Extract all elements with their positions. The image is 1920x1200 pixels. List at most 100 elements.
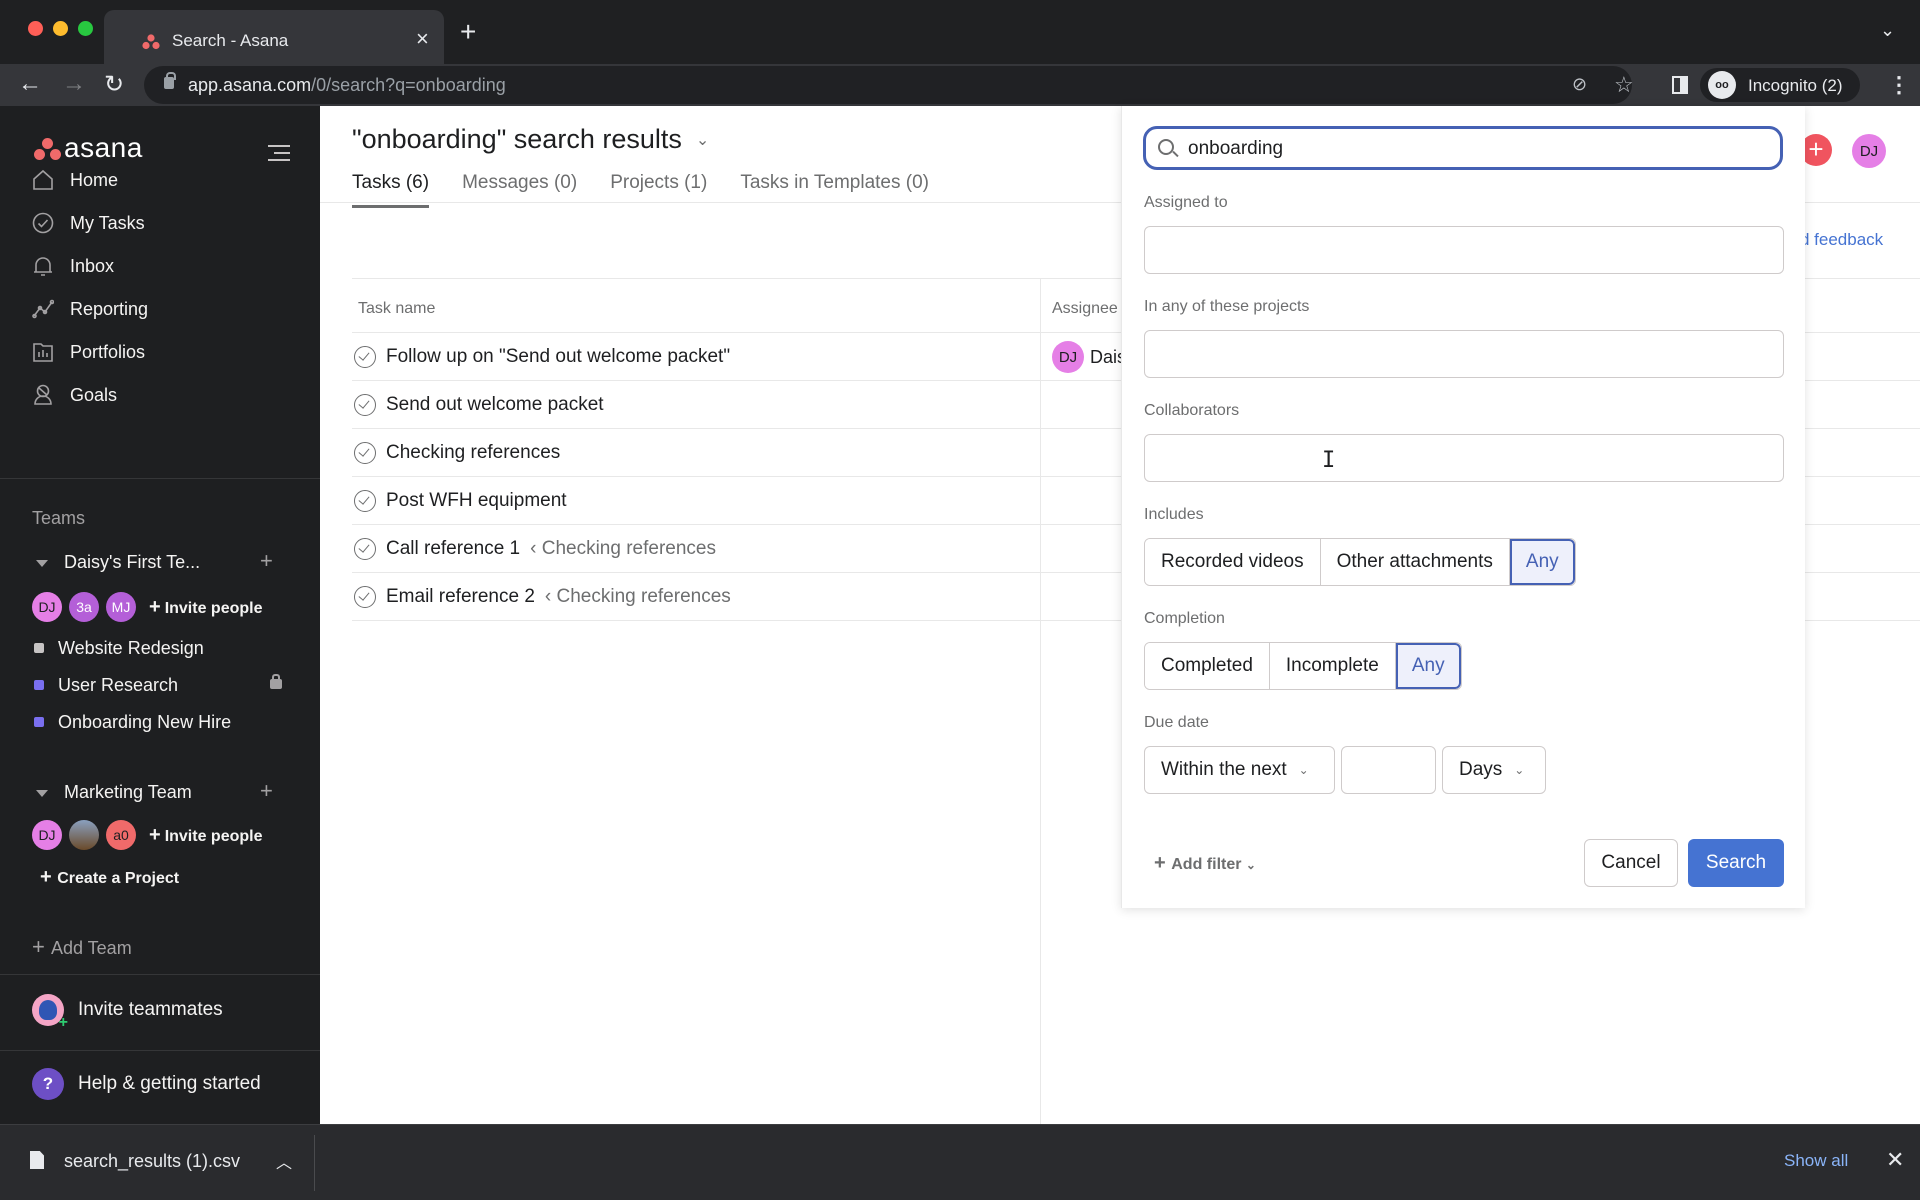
tab-close-icon[interactable]: × [416, 26, 429, 52]
complete-checkbox-icon[interactable] [354, 538, 376, 560]
team-marketing-team[interactable]: Marketing Team + [36, 778, 286, 808]
add-project-plus-icon[interactable]: + [260, 778, 273, 804]
sidebar-item-portfolios[interactable]: Portfolios [30, 334, 300, 370]
add-team-button[interactable]: + Add Team [32, 934, 132, 960]
complete-checkbox-icon[interactable] [354, 394, 376, 416]
new-tab-button[interactable]: + [460, 16, 476, 48]
due-date-unit-dropdown[interactable]: Days ⌄ [1442, 746, 1546, 794]
chevron-down-icon[interactable]: ⌄ [696, 130, 709, 150]
tab-tasks-in-templates[interactable]: Tasks in Templates (0) [740, 166, 929, 206]
browser-menu-icon[interactable]: ⋮ [1888, 72, 1910, 98]
chevron-up-icon[interactable]: ︿ [276, 1149, 292, 1173]
includes-option-recorded-videos[interactable]: Recorded videos [1145, 539, 1321, 585]
task-name[interactable]: Post WFH equipment [386, 490, 567, 512]
window-maximize-button[interactable] [78, 21, 93, 36]
incognito-profile-button[interactable]: oo Incognito (2) [1700, 68, 1860, 102]
collaborators-input[interactable]: I [1144, 434, 1784, 482]
send-feedback-link[interactable]: d feedback [1800, 230, 1883, 250]
column-header-task-name[interactable]: Task name [358, 300, 435, 318]
cancel-button[interactable]: Cancel [1584, 839, 1678, 887]
avatar[interactable]: DJ [32, 592, 62, 622]
search-input[interactable] [1188, 135, 1768, 163]
back-arrow-icon[interactable]: ← [18, 70, 42, 98]
sidebar-item-my-tasks[interactable]: My Tasks [30, 205, 300, 241]
close-download-bar-icon[interactable]: ✕ [1886, 1147, 1904, 1173]
assignee-cell[interactable]: DJ Dais [1052, 341, 1126, 373]
help-button[interactable]: ? Help & getting started [32, 1068, 261, 1100]
task-name[interactable]: Call reference 1 ‹ Checking references [386, 538, 716, 560]
completion-segmented-control: Completed Incomplete Any [1144, 642, 1462, 690]
browser-tab[interactable]: Search - Asana × [104, 10, 444, 64]
parent-task-link[interactable]: ‹ Checking references [530, 538, 716, 559]
show-all-downloads-link[interactable]: Show all [1784, 1151, 1848, 1171]
complete-checkbox-icon[interactable] [354, 346, 376, 368]
tab-search-chevron-icon[interactable]: ⌄ [1880, 20, 1895, 41]
avatar[interactable]: MJ [106, 592, 136, 622]
project-onboarding-new-hire[interactable]: Onboarding New Hire [34, 708, 294, 736]
tab-tasks[interactable]: Tasks (6) [352, 166, 430, 208]
invite-people-button[interactable]: + Invite people [149, 824, 262, 847]
forward-arrow-icon[interactable]: → [62, 70, 86, 98]
task-name[interactable]: Checking references [386, 442, 560, 464]
search-icon [1158, 139, 1174, 155]
task-name[interactable]: Send out welcome packet [386, 394, 604, 416]
reload-icon[interactable]: ↻ [104, 70, 124, 99]
line-chart-icon [30, 296, 56, 322]
complete-checkbox-icon[interactable] [354, 442, 376, 464]
lock-icon [164, 72, 176, 89]
assigned-to-input[interactable] [1144, 226, 1784, 274]
home-icon [30, 167, 56, 193]
window-close-button[interactable] [28, 21, 43, 36]
search-button[interactable]: Search [1688, 839, 1784, 887]
eye-slash-icon[interactable]: ⊘ [1572, 74, 1587, 95]
task-name[interactable]: Follow up on "Send out welcome packet" [386, 346, 730, 368]
sidebar-item-home[interactable]: Home [30, 162, 300, 198]
sidebar-item-reporting[interactable]: Reporting [30, 291, 300, 327]
project-website-redesign[interactable]: Website Redesign [34, 634, 294, 662]
avatar-photo[interactable] [69, 820, 99, 850]
window-minimize-button[interactable] [53, 21, 68, 36]
add-project-plus-icon[interactable]: + [260, 548, 273, 574]
complete-checkbox-icon[interactable] [354, 490, 376, 512]
invite-people-button[interactable]: + Invite people [149, 596, 262, 619]
search-field[interactable] [1143, 126, 1783, 170]
sidebar-item-goals[interactable]: Goals [30, 377, 300, 413]
avatar: DJ [1052, 341, 1084, 373]
page-title[interactable]: "onboarding" search results ⌄ [352, 124, 709, 155]
collapse-caret-icon[interactable] [36, 560, 48, 567]
avatar[interactable]: a0 [106, 820, 136, 850]
collapse-caret-icon[interactable] [36, 790, 48, 797]
add-filter-button[interactable]: + Add filter ⌄ [1154, 852, 1256, 875]
sidebar-item-inbox[interactable]: Inbox [30, 248, 300, 284]
side-panel-icon[interactable] [1672, 76, 1688, 94]
bookmark-star-icon[interactable]: ☆ [1614, 72, 1634, 98]
due-date-amount-input[interactable] [1341, 746, 1436, 794]
user-avatar[interactable]: DJ [1852, 134, 1886, 168]
includes-option-other-attachments[interactable]: Other attachments [1320, 539, 1510, 585]
create-project-button[interactable]: + Create a Project [40, 866, 179, 889]
project-user-research[interactable]: User Research [34, 671, 294, 699]
collapse-sidebar-icon[interactable] [268, 144, 290, 162]
invite-teammates-button[interactable]: Invite teammates [32, 994, 223, 1032]
browser-toolbar: ← → ↻ app.asana.com/0/search?q=onboardin… [0, 64, 1920, 106]
team-daisys-first-team[interactable]: Daisy's First Te... + [36, 548, 286, 578]
projects-input[interactable] [1144, 330, 1784, 378]
avatar[interactable]: DJ [32, 820, 62, 850]
completion-option-completed[interactable]: Completed [1145, 643, 1270, 689]
completion-option-any[interactable]: Any [1395, 643, 1461, 689]
tab-projects[interactable]: Projects (1) [610, 166, 707, 206]
parent-task-link[interactable]: ‹ Checking references [545, 586, 731, 607]
address-bar[interactable]: app.asana.com/0/search?q=onboarding ⊘ ☆ [144, 66, 1634, 104]
avatar[interactable]: 3a [69, 592, 99, 622]
asana-logo-icon [34, 138, 62, 162]
sidebar-divider [0, 478, 320, 479]
column-header-assignee[interactable]: Assignee [1052, 300, 1118, 318]
download-file-name[interactable]: search_results (1).csv [64, 1151, 240, 1172]
sidebar-divider [0, 974, 320, 975]
tab-messages[interactable]: Messages (0) [462, 166, 577, 206]
completion-option-incomplete[interactable]: Incomplete [1269, 643, 1396, 689]
due-date-mode-dropdown[interactable]: Within the next ⌄ [1144, 746, 1335, 794]
complete-checkbox-icon[interactable] [354, 586, 376, 608]
includes-option-any[interactable]: Any [1509, 539, 1575, 585]
task-name[interactable]: Email reference 2 ‹ Checking references [386, 586, 731, 608]
